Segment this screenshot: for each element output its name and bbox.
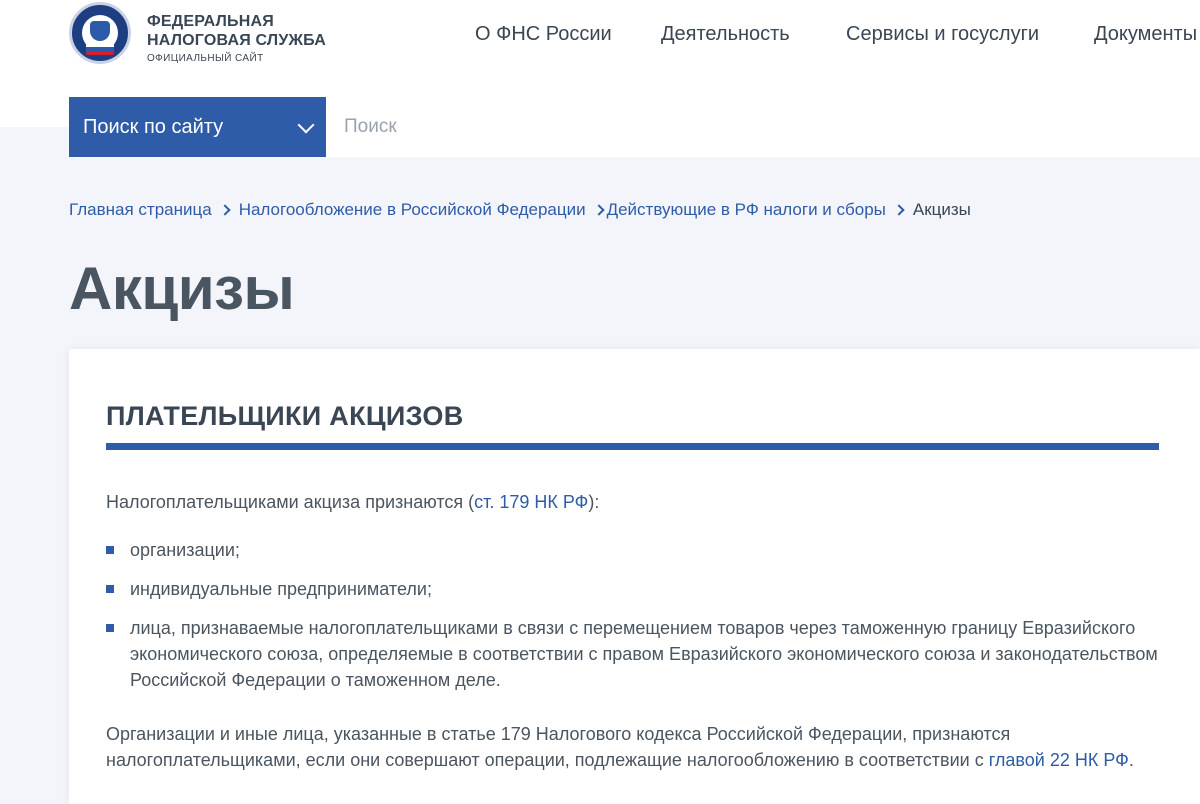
article-179-link[interactable]: ст. 179 НК РФ (474, 492, 588, 512)
chevron-right-icon (592, 204, 605, 216)
chevron-right-icon (219, 204, 231, 216)
chapter-22-link[interactable]: главой 22 НК РФ (989, 750, 1129, 770)
breadcrumb-link-taxes[interactable]: Действующие в РФ налоги и сборы (607, 200, 886, 220)
nav-item-documents[interactable]: Документы (1094, 23, 1197, 46)
breadcrumb: Главная страница Налогообложение в Росси… (69, 199, 971, 221)
bullet-icon (106, 546, 114, 554)
page-title: Акцизы (69, 255, 295, 322)
section-title: ПЛАТЕЛЬЩИКИ АКЦИЗОВ (106, 401, 464, 431)
search-input[interactable] (326, 97, 1200, 157)
nav-item-activity[interactable]: Деятельность (661, 23, 790, 46)
chevron-right-icon (893, 204, 905, 216)
outro-text-end: . (1128, 750, 1134, 770)
intro-paragraph: Налогоплательщиками акциза признаются (с… (106, 489, 1166, 515)
intro-text-end: ): (588, 492, 600, 512)
breadcrumb-link-home[interactable]: Главная страница (69, 200, 212, 220)
outro-paragraph: Организации и иные лица, указанные в ста… (106, 721, 1166, 773)
search-scope-select[interactable]: Поиск по сайту (69, 97, 326, 157)
nav-item-about[interactable]: О ФНС России (475, 23, 612, 46)
list-item: индивидуальные предприниматели; (106, 576, 1166, 602)
bullet-icon (106, 624, 114, 632)
breadcrumb-current: Акцизы (912, 200, 971, 219)
list-item: организации; (106, 537, 1166, 563)
list-item-text: индивидуальные предприниматели; (130, 579, 432, 599)
brand-subtitle: ОФИЦИАЛЬНЫЙ САЙТ (147, 53, 264, 64)
payers-list: организации; индивидуальные предпринимат… (106, 537, 1166, 706)
content-card: ПЛАТЕЛЬЩИКИ АКЦИЗОВ Налогоплательщиками … (69, 349, 1200, 804)
nav-item-services[interactable]: Сервисы и госуслуги (846, 23, 1039, 46)
list-item-text: лица, признаваемые налогоплательщиками в… (130, 618, 1158, 690)
list-item-text: организации; (130, 540, 240, 560)
search-scope-label: Поиск по сайту (83, 115, 224, 138)
main-nav: О ФНС России Деятельность Сервисы и госу… (0, 23, 1200, 47)
outro-text: Организации и иные лица, указанные в ста… (106, 724, 1011, 770)
intro-text: Налогоплательщиками акциза признаются ( (106, 492, 475, 512)
chevron-down-icon (297, 116, 315, 134)
breadcrumb-link-taxation[interactable]: Налогообложение в Российской Федерации (239, 200, 586, 220)
list-item: лица, признаваемые налогоплательщиками в… (106, 615, 1166, 693)
bullet-icon (106, 585, 114, 593)
section-divider (106, 443, 1159, 450)
